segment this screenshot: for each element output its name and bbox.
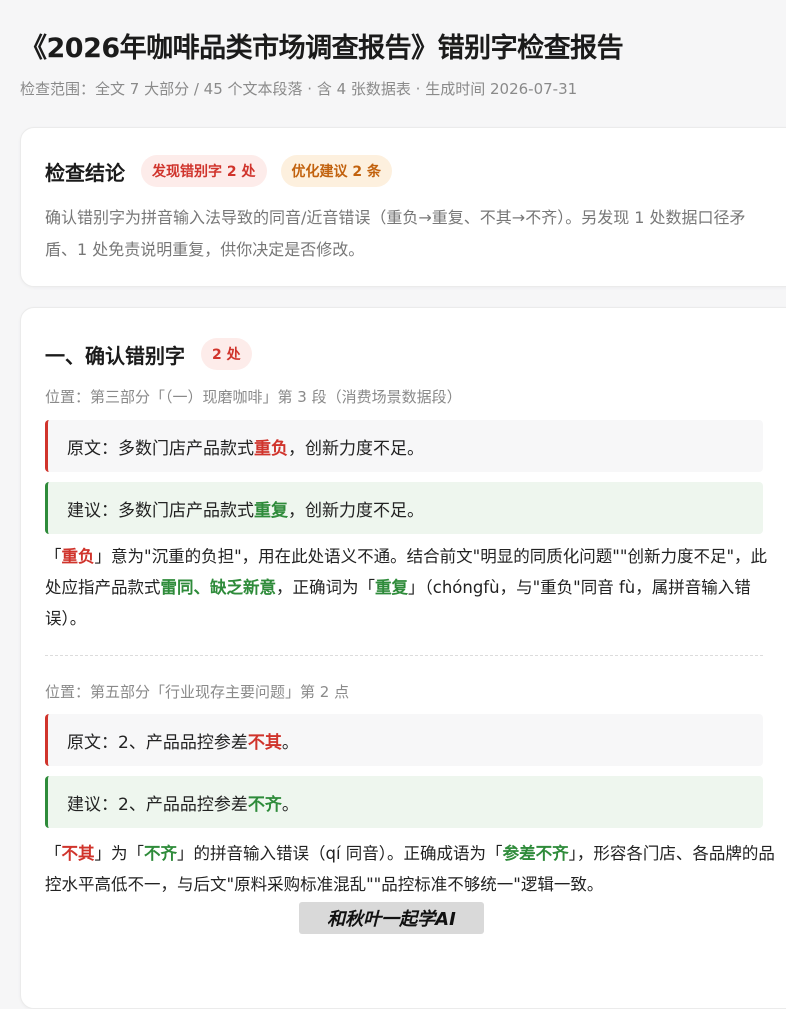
explanation-part: 「 <box>45 547 62 566</box>
suggestion-prefix: 建议：多数门店产品款式 <box>67 500 254 521</box>
original-text-block: 原文：多数门店产品款式 重负 ，创新力度不足。 <box>45 420 763 472</box>
suggestion-count-badge: 优化建议 2 条 <box>280 155 392 187</box>
explanation-highlight: 雷同、缺乏新意 <box>160 578 277 597</box>
original-suffix: ，创新力度不足。 <box>288 438 424 459</box>
explanation-text: 「重负」意为"沉重的负担"，用在此处语义不通。结合前文"明显的同质化问题""创新… <box>45 541 775 634</box>
explanation-part: 」的拼音输入错误（qí 同音）。正确成语为「 <box>177 844 503 863</box>
explanation-idiom: 参差不齐 <box>502 844 569 863</box>
suggestion-text-block: 建议：2、产品品控参差 不齐。 <box>45 776 763 828</box>
page-title: 《2026年咖啡品类市场调查报告》错别字检查报告 <box>20 33 624 64</box>
explanation-error-word: 重负 <box>61 547 95 566</box>
summary-header: 检查结论 发现错别字 2 处 优化建议 2 条 <box>45 155 392 187</box>
original-suffix: 。 <box>281 732 299 753</box>
summary-badges: 发现错别字 2 处 优化建议 2 条 <box>141 155 392 187</box>
corrected-word: 不齐 <box>247 794 282 815</box>
corrected-word: 重复 <box>254 500 288 521</box>
error-count-badge: 发现错别字 2 处 <box>141 155 267 187</box>
suggestion-suffix: 。 <box>281 794 299 815</box>
error-word: 不其 <box>247 732 282 753</box>
explanation-part: ，正确词为「 <box>276 578 375 597</box>
explanation-correct-word: 不齐 <box>144 844 177 863</box>
original-text-block: 原文：2、产品品控参差 不其。 <box>45 714 763 766</box>
original-prefix: 原文：多数门店产品款式 <box>67 438 254 459</box>
section-heading: 一、确认错别字 <box>45 343 185 368</box>
explanation-part: 「 <box>45 844 62 863</box>
watermark: 和秋叶一起学AI <box>299 902 484 934</box>
summary-text: 确认错别字为拼音输入法导致的同音/近音错误（重负→重复、不其→不齐）。另发现 1… <box>45 208 746 259</box>
suggestion-prefix: 建议：2、产品品控参差 <box>67 794 248 815</box>
item-location: 位置：第五部分「行业现存主要问题」第 2 点 <box>45 683 350 701</box>
item-divider <box>45 655 763 656</box>
explanation-text: 「不其」为「不齐」的拼音输入错误（qí 同音）。正确成语为「参差不齐」，形容各门… <box>45 838 775 900</box>
explanation-part: 」为「 <box>94 844 145 863</box>
error-word: 重负 <box>254 438 288 459</box>
section-header: 一、确认错别字 2 处 <box>45 338 252 370</box>
suggestion-suffix: ，创新力度不足。 <box>288 500 424 521</box>
explanation-error-word: 不其 <box>61 844 95 863</box>
suggestion-text-block: 建议：多数门店产品款式 重复 ，创新力度不足。 <box>45 482 763 534</box>
original-prefix: 原文：2、产品品控参差 <box>67 732 248 753</box>
summary-heading: 检查结论 <box>45 160 125 185</box>
item-location: 位置：第三部分「（一）现磨咖啡」第 3 段（消费场景数据段） <box>45 388 462 406</box>
explanation-correct-word: 重复 <box>375 578 408 597</box>
section-count-badge: 2 处 <box>201 338 252 370</box>
report-meta: 检查范围：全文 7 大部分 / 45 个文本段落 · 含 4 张数据表 · 生成… <box>20 80 578 98</box>
summary-card: 检查结论 发现错别字 2 处 优化建议 2 条 确认错别字为拼音输入法导致的同音… <box>20 127 786 287</box>
